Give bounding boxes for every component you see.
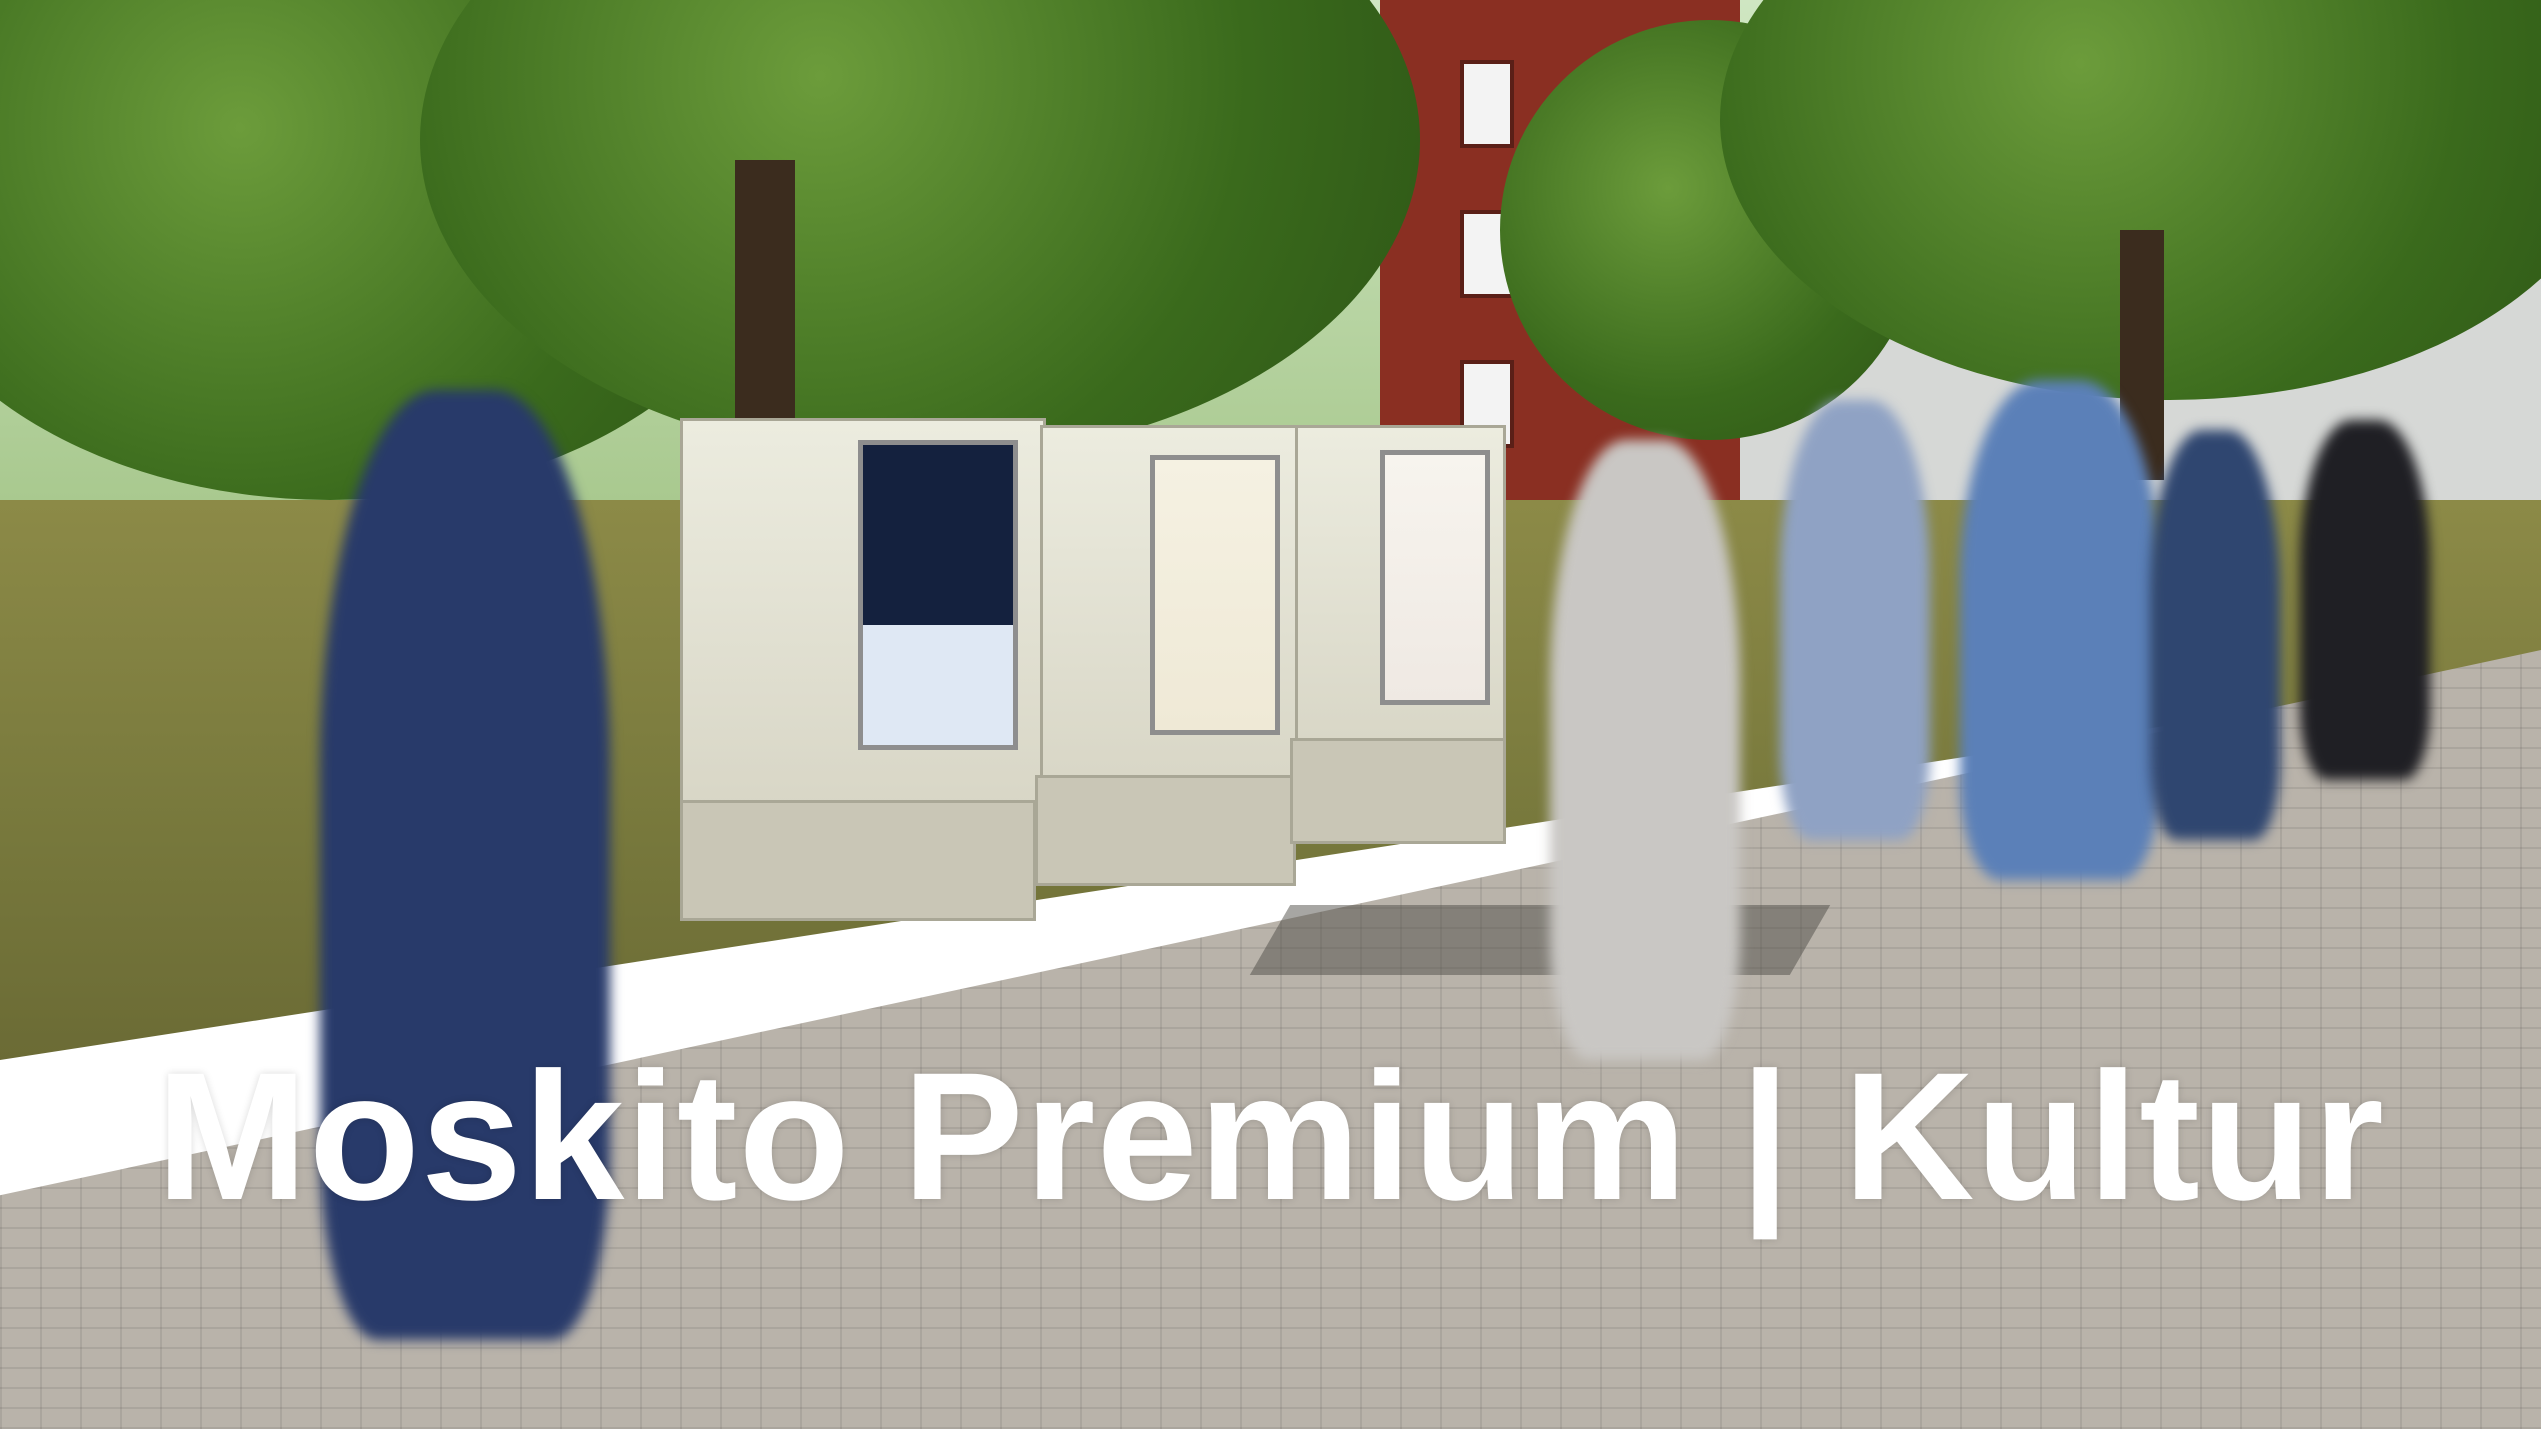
manhole-cover [1249, 905, 1831, 975]
street-photo: Moskito Premium | Kultur [0, 0, 2541, 1429]
blurred-pedestrian [1780, 400, 1930, 840]
blurred-pedestrian [1960, 380, 2160, 880]
cabinet-base [1290, 738, 1506, 844]
building-window [1460, 60, 1514, 148]
poster [1150, 455, 1280, 735]
cabinet-base [680, 800, 1036, 921]
blurred-pedestrian [1550, 440, 1740, 1060]
poster [1380, 450, 1490, 705]
blurred-pedestrian [2300, 420, 2430, 780]
cabinet-base [1035, 775, 1296, 886]
headline: Moskito Premium | Kultur [156, 1034, 2385, 1238]
blurred-pedestrian [2150, 430, 2280, 840]
tree-trunk [735, 160, 795, 460]
poster [858, 440, 1018, 750]
